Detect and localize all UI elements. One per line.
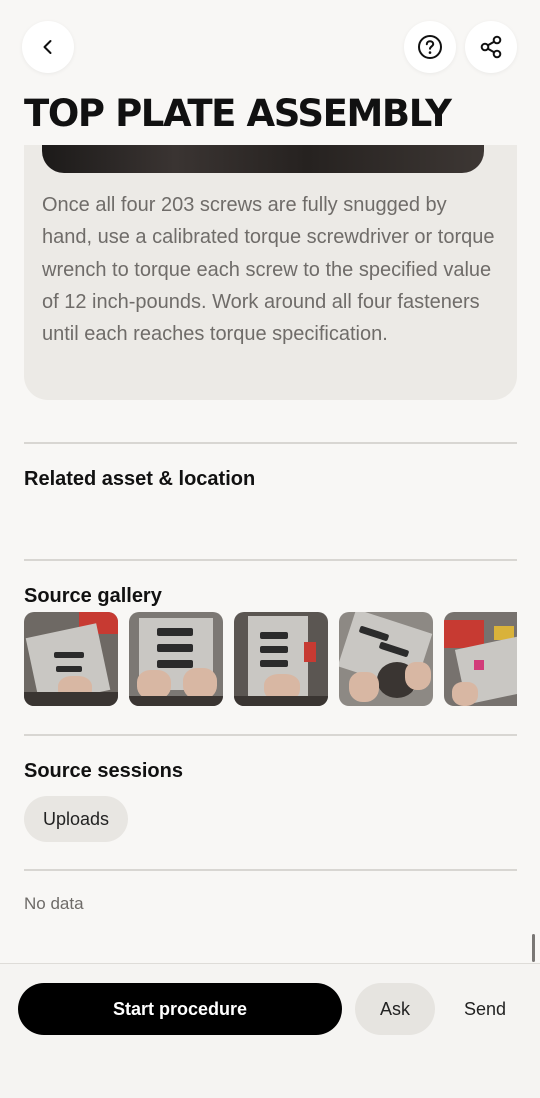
ask-button[interactable]: Ask [355,983,435,1035]
gallery-thumbnail[interactable] [24,612,118,706]
source-gallery[interactable] [24,612,517,706]
page-title: TOP PLATE ASSEMBLY [24,94,452,134]
divider [24,442,517,444]
share-icon [480,35,502,59]
procedure-step-screen: TOP PLATE ASSEMBLY Once all four 203 scr… [0,0,540,1098]
related-asset-heading: Related asset & location [24,468,256,490]
step-description: Once all four 203 screws are fully snugg… [42,194,495,346]
help-button[interactable] [404,21,456,73]
uploads-chip[interactable]: Uploads [24,796,129,842]
start-procedure-button[interactable]: Start procedure [18,983,342,1035]
gallery-thumbnail[interactable] [444,612,517,706]
scrollbar[interactable] [532,934,535,962]
divider [24,869,517,871]
send-button[interactable]: Send [450,983,520,1035]
gallery-thumbnail[interactable] [129,612,223,706]
empty-state-text: No data [24,894,84,913]
gallery-thumbnail[interactable] [234,612,328,706]
source-sessions-heading: Source sessions [24,760,183,782]
step-image[interactable] [42,145,484,173]
help-circle-icon [418,35,442,59]
back-button[interactable] [22,21,74,73]
divider [24,559,517,561]
share-button[interactable] [465,21,517,73]
gallery-thumbnail[interactable] [339,612,433,706]
source-gallery-heading: Source gallery [24,585,162,607]
divider [24,734,517,736]
step-card: Once all four 203 screws are fully snugg… [24,145,517,400]
chevron-left-icon [43,40,52,54]
